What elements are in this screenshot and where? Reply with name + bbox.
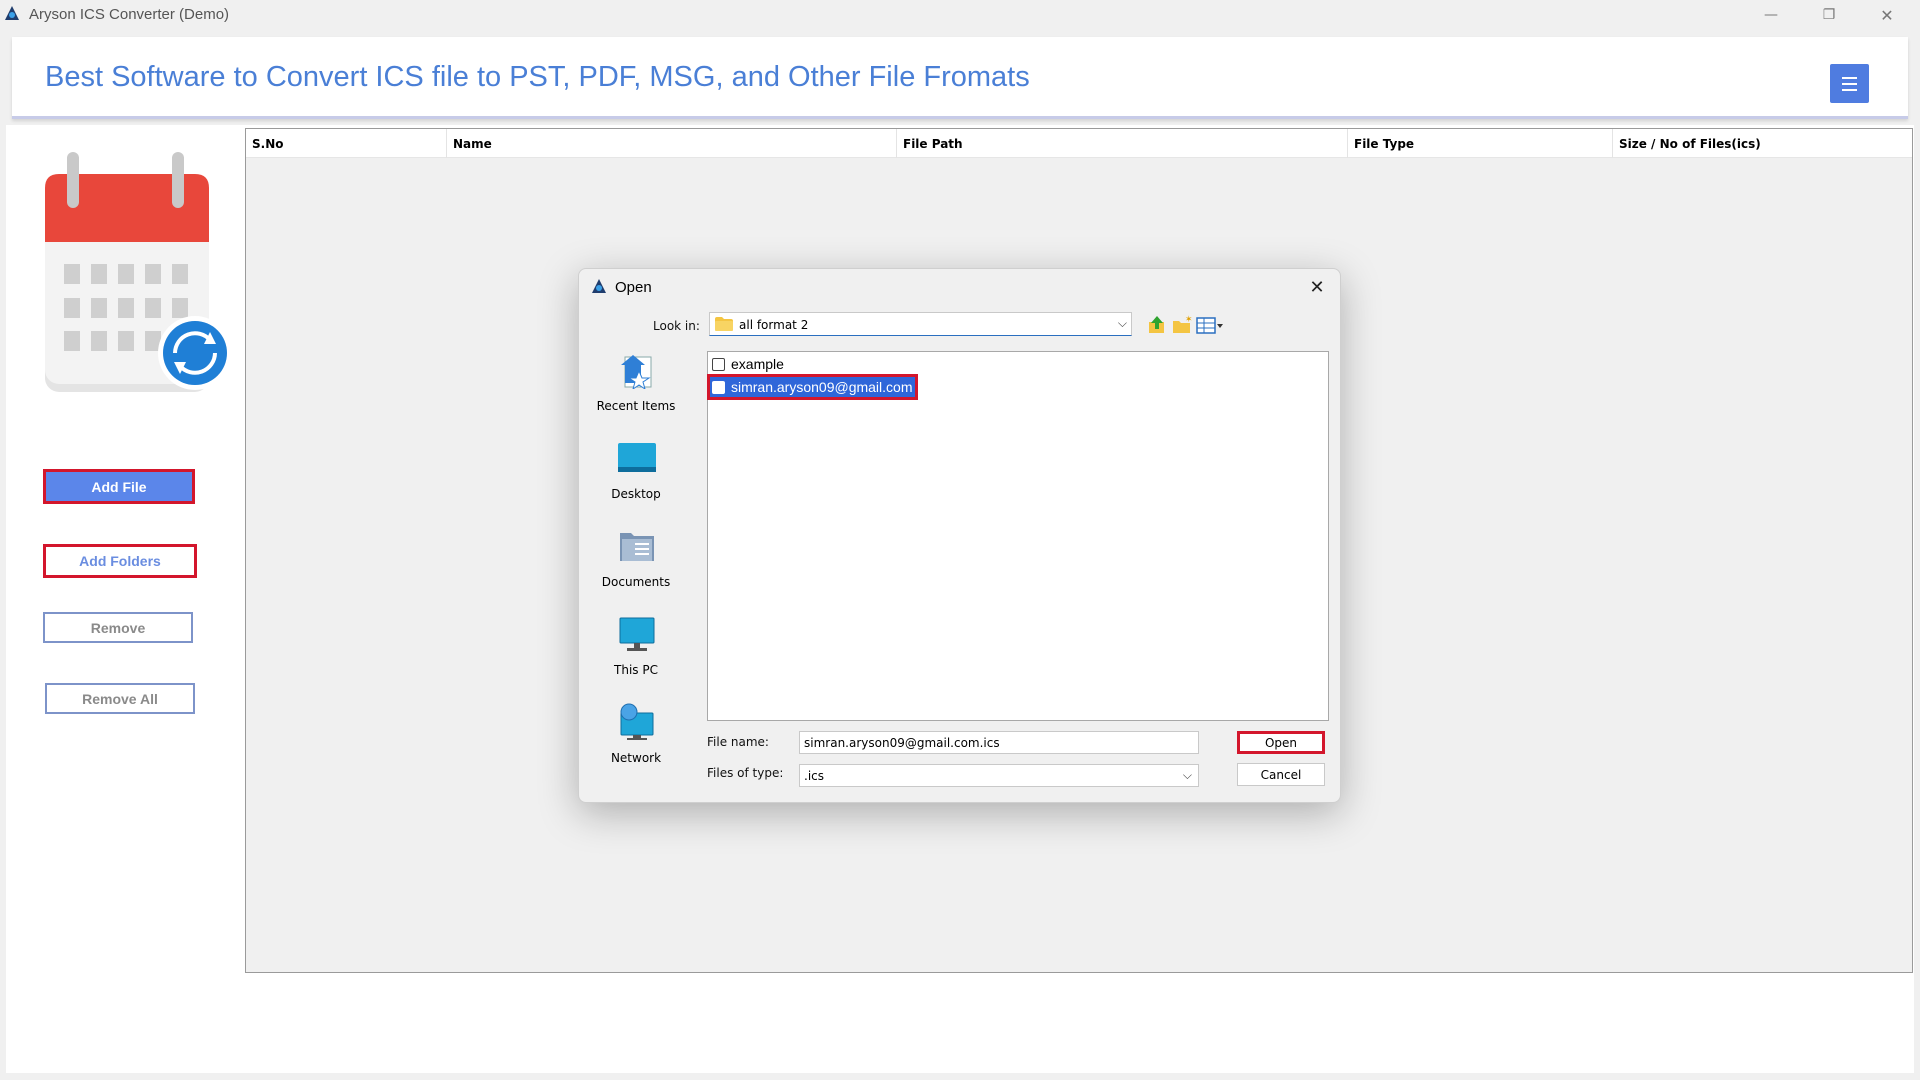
restore-button[interactable]: ❐ <box>1800 0 1858 30</box>
chevron-down-icon: ⌵ <box>1117 316 1127 330</box>
place-network[interactable]: Network <box>589 703 683 779</box>
place-label: Recent Items <box>596 399 676 413</box>
view-menu-icon[interactable] <box>1196 315 1224 335</box>
add-folders-button[interactable]: Add Folders <box>43 544 197 578</box>
up-folder-icon[interactable] <box>1147 315 1167 335</box>
remove-button[interactable]: Remove <box>43 612 193 643</box>
hamburger-icon <box>1842 76 1857 79</box>
network-icon <box>620 703 654 740</box>
menu-button[interactable] <box>1830 64 1869 103</box>
dialog-title: Open <box>615 279 652 296</box>
file-name: simran.aryson09@gmail.com <box>731 379 913 395</box>
svg-text:✶: ✶ <box>1185 315 1192 325</box>
place-desktop[interactable]: Desktop <box>589 439 683 515</box>
files-of-type-select[interactable]: .ics ⌵ <box>799 764 1199 787</box>
cancel-button[interactable]: Cancel <box>1237 763 1325 786</box>
table-header: S.No Name File Path File Type Size / No … <box>246 129 1912 158</box>
look-in-label: Look in: <box>653 319 700 333</box>
this-pc-icon <box>619 617 655 651</box>
app-logo-icon <box>5 6 19 20</box>
column-header-size[interactable]: Size / No of Files(ics) <box>1613 129 1913 158</box>
column-header-file-path[interactable]: File Path <box>897 129 1348 158</box>
column-header-sno[interactable]: S.No <box>246 129 447 158</box>
place-recent-items[interactable]: Recent Items <box>589 351 683 427</box>
files-of-type-label: Files of type: <box>707 766 784 780</box>
dialog-close-icon[interactable]: ✕ <box>1305 275 1329 299</box>
calendar-sync-icon <box>45 152 230 392</box>
close-window-button[interactable]: ✕ <box>1858 0 1916 30</box>
files-of-type-value: .ics <box>804 769 824 783</box>
open-dialog: Open ✕ Look in: all format 2 ⌵ ✶ Recent … <box>578 268 1341 803</box>
list-item[interactable]: example <box>710 354 786 374</box>
look-in-value: all format 2 <box>739 318 809 332</box>
place-label: Desktop <box>611 487 661 501</box>
place-this-pc[interactable]: This PC <box>589 615 683 691</box>
file-name: example <box>731 356 784 372</box>
place-label: This PC <box>614 663 658 677</box>
column-header-file-type[interactable]: File Type <box>1348 129 1613 158</box>
list-item-selected[interactable]: simran.aryson09@gmail.com <box>707 374 918 400</box>
documents-icon <box>620 533 654 561</box>
folder-icon <box>715 317 733 331</box>
look-in-select[interactable]: all format 2 ⌵ <box>709 312 1132 336</box>
add-file-button[interactable]: Add File <box>43 469 195 504</box>
title-bar: Aryson ICS Converter (Demo) — ❐ ✕ <box>0 0 1920 30</box>
column-header-name[interactable]: Name <box>447 129 897 158</box>
desktop-icon <box>618 443 656 472</box>
open-button[interactable]: Open <box>1237 731 1325 754</box>
recent-items-icon <box>621 355 652 389</box>
remove-all-button[interactable]: Remove All <box>45 683 195 714</box>
file-name-label: File name: <box>707 735 769 749</box>
place-label: Documents <box>601 575 671 589</box>
place-documents[interactable]: Documents <box>589 527 683 603</box>
chevron-down-icon: ⌵ <box>1182 768 1192 782</box>
new-folder-icon[interactable]: ✶ <box>1172 315 1192 335</box>
file-icon <box>712 357 725 371</box>
header-banner: Best Software to Convert ICS file to PST… <box>12 37 1908 119</box>
place-label: Network <box>610 751 662 765</box>
file-list: example simran.aryson09@gmail.com <box>707 351 1329 721</box>
places-bar: Recent Items Desktop Documents This PC N… <box>589 351 683 781</box>
file-icon <box>712 380 725 394</box>
dialog-app-icon <box>592 279 606 293</box>
minimize-button[interactable]: — <box>1742 0 1800 30</box>
window-title: Aryson ICS Converter (Demo) <box>29 6 230 23</box>
file-name-input[interactable]: simran.aryson09@gmail.com.ics <box>799 731 1199 754</box>
page-title: Best Software to Convert ICS file to PST… <box>45 61 1030 93</box>
